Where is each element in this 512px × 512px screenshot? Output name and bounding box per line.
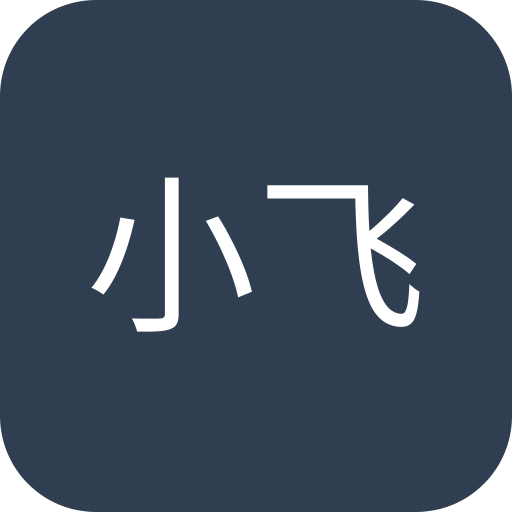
- app-icon-label: 小飞: [85, 161, 426, 359]
- app-icon[interactable]: 小飞: [0, 0, 512, 512]
